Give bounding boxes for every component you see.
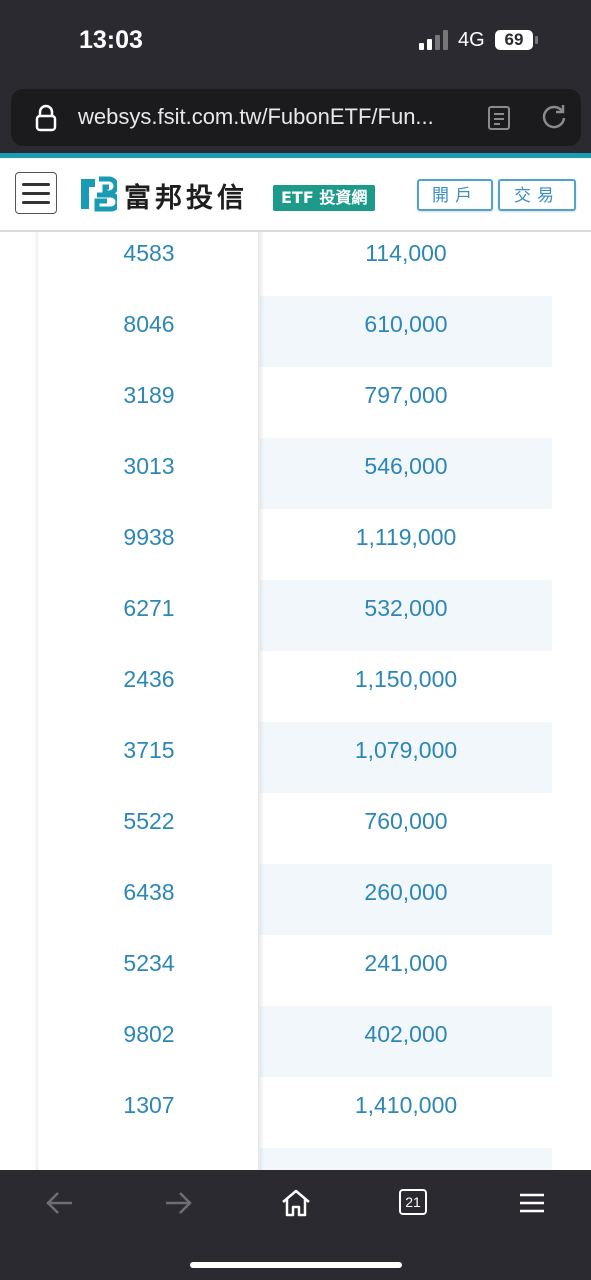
holdings-table[interactable]: 4583 114,000 8046 610,000 3189 797,000 3013 546… [0, 232, 591, 1170]
table-row: 9938 1,119,000 [38, 509, 552, 580]
reload-icon[interactable] [540, 103, 568, 131]
status-time: 13:03 [79, 26, 143, 54]
shares-cell [260, 1148, 552, 1170]
stock-code-cell: 3189 [38, 367, 260, 438]
reader-mode-icon[interactable] [487, 105, 511, 131]
table-row: 6438 260,000 [38, 864, 552, 935]
tabs-icon[interactable]: 21 [399, 1189, 427, 1215]
browser-toolbar: 21 [0, 1170, 591, 1280]
table-row: 3715 1,079,000 [38, 722, 552, 793]
stock-code-cell: 9802 [38, 1006, 260, 1077]
stock-code-cell: 1307 [38, 1077, 260, 1148]
table-row: 5522 760,000 [38, 793, 552, 864]
table-row: 2436 1,150,000 [38, 651, 552, 722]
shares-cell: 532,000 [364, 595, 448, 621]
shares-cell: 546,000 [364, 453, 448, 479]
shares-cell: 1,119,000 [355, 524, 457, 550]
stock-code-cell: 4583 [38, 232, 260, 296]
frozen-column-shadow [258, 232, 264, 1170]
stock-code-cell: 6438 [38, 864, 260, 935]
site-header: 富邦投信 ETF 投資網 開戶 交易 [0, 158, 591, 232]
open-account-button[interactable]: 開戶 [417, 179, 493, 211]
stock-code-cell: 5522 [38, 793, 260, 864]
home-icon[interactable] [280, 1187, 312, 1219]
shares-cell: 610,000 [364, 311, 448, 337]
stock-code-cell: 3013 [38, 438, 260, 509]
brand-name: 富邦投信 [124, 183, 248, 214]
network-type: 4G [458, 29, 485, 51]
shares-cell: 760,000 [364, 808, 448, 834]
hamburger-menu-button[interactable] [15, 172, 57, 214]
shares-cell: 260,000 [364, 879, 448, 905]
tab-count: 21 [405, 1194, 421, 1210]
shares-cell: 1,150,000 [354, 666, 458, 692]
shares-cell: 1,410,000 [354, 1092, 458, 1118]
battery-level: 69 [495, 30, 533, 50]
menu-icon[interactable] [517, 1187, 547, 1219]
shares-cell: 797,000 [364, 382, 448, 408]
fubon-logo-icon [81, 176, 117, 212]
stock-code-cell: 5234 [38, 935, 260, 1006]
battery-icon [535, 36, 538, 44]
table-row: 3189 797,000 [38, 367, 552, 438]
shares-cell: 114,000 [365, 240, 447, 266]
shares-cell: 241,000 [364, 950, 448, 976]
shares-cell: 1,079,000 [354, 737, 458, 763]
stock-code-cell: 6271 [38, 580, 260, 651]
table-row: 6271 532,000 [38, 580, 552, 651]
table-row: 1307 1,410,000 [38, 1077, 552, 1148]
back-arrow-icon[interactable] [44, 1187, 76, 1219]
stock-code-cell: 9938 [38, 509, 260, 580]
stock-code-cell: 3715 [38, 722, 260, 793]
url-text[interactable]: websys.fsit.com.tw/FubonETF/Fun... [78, 104, 434, 130]
table-row [38, 1148, 552, 1170]
address-bar[interactable]: websys.fsit.com.tw/FubonETF/Fun... [11, 89, 581, 146]
lock-icon [35, 104, 57, 132]
table-row: 5234 241,000 [38, 935, 552, 1006]
stock-code-cell: 2436 [38, 651, 260, 722]
forward-arrow-icon[interactable] [162, 1187, 194, 1219]
table-row: 8046 610,000 [38, 296, 552, 367]
trade-button[interactable]: 交易 [498, 179, 576, 211]
table-row: 4583 114,000 [38, 232, 552, 296]
stock-code-cell: 8046 [38, 296, 260, 367]
home-indicator [190, 1262, 402, 1268]
table-row: 9802 402,000 [38, 1006, 552, 1077]
stock-code-cell [38, 1148, 260, 1170]
browser-chrome: 13:03 4G 69 websys.fsit.com.tw/FubonETF/… [0, 0, 591, 155]
etf-badge: ETF 投資網 [273, 185, 376, 211]
shares-cell: 402,000 [364, 1021, 448, 1047]
cellular-signal-icon [419, 30, 448, 50]
table-row: 3013 546,000 [38, 438, 552, 509]
